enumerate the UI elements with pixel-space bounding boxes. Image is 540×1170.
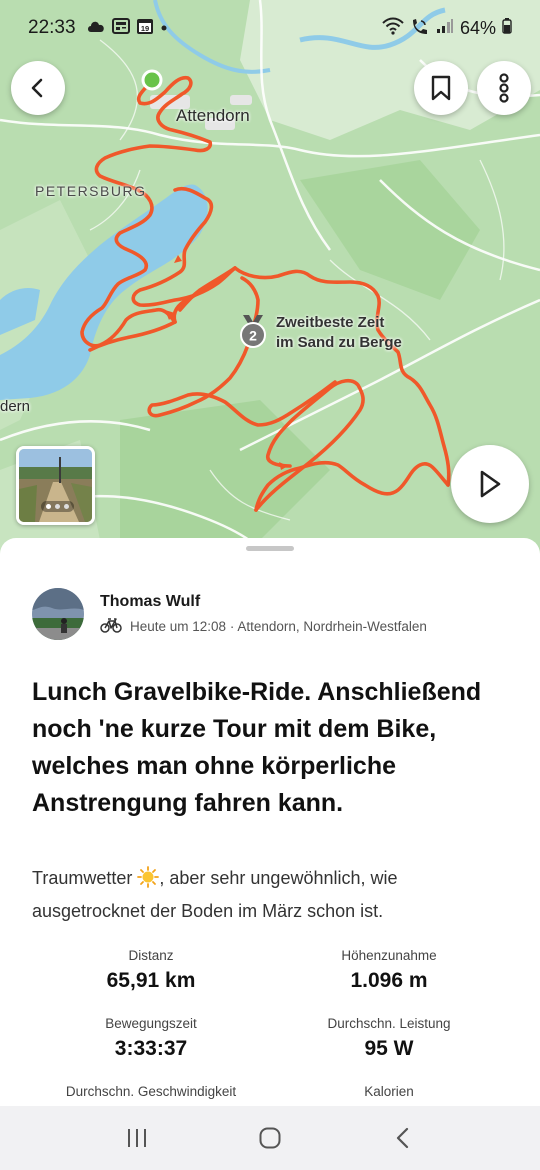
avatar[interactable] [32,588,84,640]
stat-average-speed: Durchschn. Geschwindigkeit [16,1084,286,1105]
home-button[interactable] [240,1118,300,1158]
svg-text:19: 19 [140,24,148,33]
back-chevron-icon [397,1127,409,1149]
stat-average-power: Durchschn. Leistung 95 W [254,1016,524,1061]
system-navigation-bar [0,1106,540,1170]
photo-carousel-dots [41,501,74,512]
calendar-icon: 19 [136,17,154,40]
start-marker [141,69,163,91]
description-text-start: Traumwetter [32,868,138,888]
segment-medal-icon[interactable]: 2 [237,313,269,354]
activity-photo-thumbnail[interactable] [16,446,95,525]
battery-icon [502,17,512,39]
more-options-button[interactable] [477,61,531,115]
cloud-icon [86,19,106,38]
stat-value: 1.096 m [350,969,428,992]
wifi-calling-icon [410,17,430,40]
home-icon [259,1127,281,1149]
play-icon [480,470,501,498]
segment-achievement-label[interactable]: Zweitbeste Zeit im Sand zu Berge [276,313,402,353]
back-button[interactable] [11,61,65,115]
bookmark-button[interactable] [414,61,468,115]
stat-value: 65,91 km [106,969,196,992]
bookmark-icon [431,75,451,101]
stat-distance: Distanz 65,91 km [16,948,286,993]
status-bar: 22:33 19 64% [0,0,540,56]
stat-label: Höhenzunahme [341,948,437,963]
segment-line-2: im Sand zu Berge [276,334,402,351]
athlete-header[interactable]: Thomas Wulf Heute um 12:08 · Attendorn, … [32,588,427,640]
sheet-grabber[interactable] [246,546,294,551]
stat-moving-time: Bewegungszeit 3:33:37 [16,1016,286,1061]
stat-label: Bewegungszeit [105,1016,197,1031]
signal-icon [436,18,454,39]
status-time: 22:33 [28,17,76,38]
stat-label: Durchschn. Leistung [327,1016,451,1031]
dot-icon [160,19,168,37]
stat-value: 95 W [364,1037,414,1060]
stat-calories: Kalorien [254,1084,524,1105]
recent-apps-icon [127,1129,146,1147]
gravel-bike-icon [100,617,122,636]
activity-detail-sheet[interactable]: Thomas Wulf Heute um 12:08 · Attendorn, … [0,538,540,1170]
activity-meta: Heute um 12:08 · Attendorn, Nordrhein-We… [130,618,427,634]
stat-elevation-gain: Höhenzunahme 1.096 m [254,948,524,993]
activity-description: Traumwetter , aber sehr ungewöhnlich, wi… [32,864,502,926]
map-label-edge: dern [0,398,31,415]
more-vertical-icon [499,73,509,103]
stat-label: Kalorien [364,1084,414,1099]
map-label-district: PETERSBURG [35,183,147,199]
stat-value: 3:33:37 [114,1037,188,1060]
sun-emoji-icon [137,866,160,897]
stat-label: Distanz [128,948,174,963]
segment-line-1: Zweitbeste Zeit [276,314,385,331]
wifi-icon [382,17,404,40]
system-back-button[interactable] [373,1118,433,1158]
battery-percent: 64% [459,17,496,38]
recent-apps-button[interactable] [107,1118,167,1158]
map-label-town: Attendorn [176,106,250,125]
play-flyover-button[interactable] [451,445,529,523]
activity-title: Lunch Gravelbike-Ride. Anschließend noch… [32,678,482,817]
stat-label: Durchschn. Geschwindigkeit [65,1084,237,1099]
news-icon [111,17,130,39]
athlete-name[interactable]: Thomas Wulf [100,593,427,611]
chevron-left-icon [31,78,43,98]
svg-text:2: 2 [249,328,257,344]
